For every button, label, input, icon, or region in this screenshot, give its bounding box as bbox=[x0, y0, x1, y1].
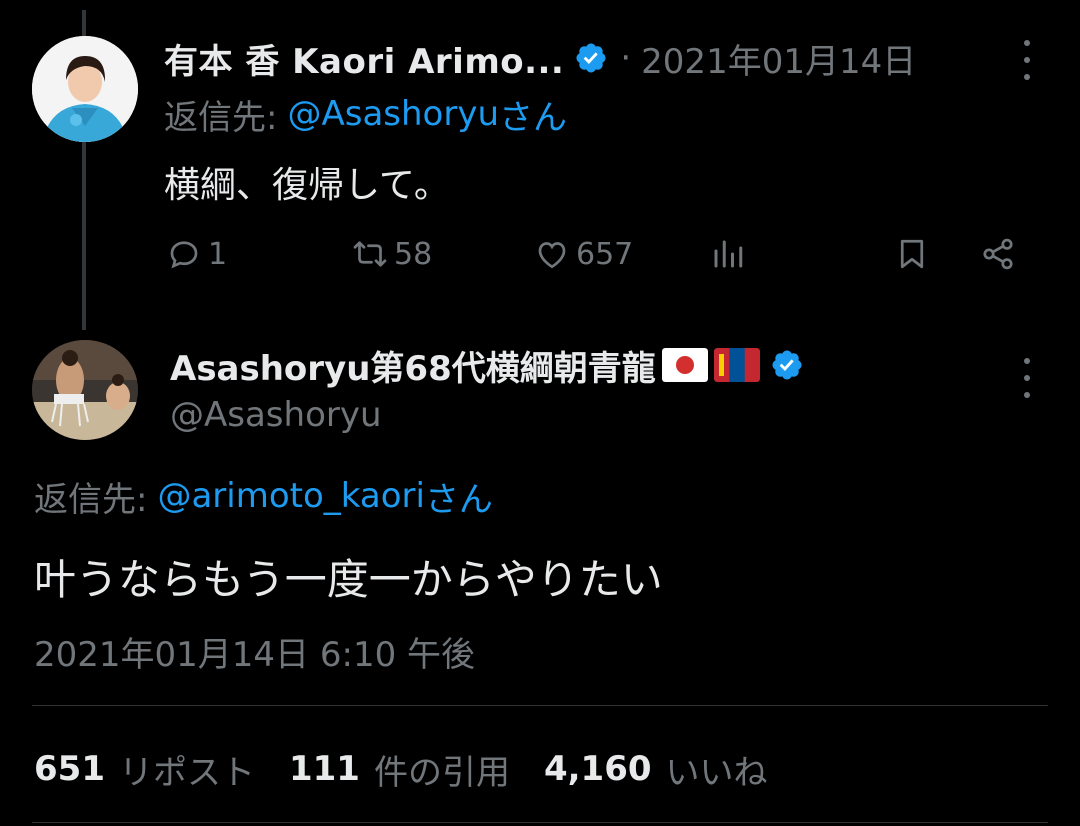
reply-count: 1 bbox=[208, 236, 228, 272]
quotes-label[interactable]: 件の引用 bbox=[374, 745, 510, 794]
retweet-count: 58 bbox=[394, 236, 433, 272]
reply-handle-link[interactable]: @arimoto_kaori bbox=[157, 476, 424, 516]
tweet-text: 横綱、復帰して。 bbox=[164, 165, 450, 206]
divider bbox=[32, 705, 1048, 706]
share-icon bbox=[983, 238, 1013, 270]
bookmark-icon bbox=[900, 239, 924, 269]
reply-prefix: 返信先: bbox=[164, 97, 278, 138]
like-count: 657 bbox=[576, 236, 634, 272]
retweet-button[interactable]: 58 bbox=[352, 226, 432, 282]
main-tweet-header: Asashoryu第68代横綱朝青龍 bbox=[170, 340, 804, 390]
engagement-stats: 651 リポスト 111 件の引用 4,160 いいね bbox=[34, 744, 802, 794]
reposts-label[interactable]: リポスト bbox=[119, 745, 255, 794]
separator-dot: · bbox=[620, 38, 632, 78]
divider bbox=[32, 822, 1048, 823]
reply-suffix: さん bbox=[424, 479, 493, 520]
mongolia-flag bbox=[713, 348, 760, 382]
reply-icon bbox=[170, 241, 198, 269]
author-name[interactable]: Asashoryu第68代横綱朝青龍 bbox=[170, 341, 656, 390]
likes-count[interactable]: 4,160 bbox=[544, 749, 652, 789]
share-button[interactable] bbox=[980, 226, 1016, 282]
likes-label[interactable]: いいね bbox=[666, 745, 768, 794]
views-button[interactable] bbox=[710, 226, 746, 282]
more-icon[interactable] bbox=[1022, 40, 1032, 80]
retweet-icon bbox=[353, 241, 387, 267]
like-icon bbox=[538, 242, 566, 269]
views-icon bbox=[714, 240, 743, 268]
reply-prefix: 返信先: bbox=[34, 479, 148, 520]
reply-context: 返信先: @Asashoryu さん bbox=[164, 90, 567, 138]
reply-suffix: さん bbox=[499, 97, 567, 138]
reply-context: 返信先: @arimoto_kaori さん bbox=[34, 472, 493, 520]
avatar[interactable] bbox=[32, 36, 138, 142]
like-button[interactable]: 657 bbox=[534, 226, 633, 282]
reply-handle-link[interactable]: @Asashoryu bbox=[287, 94, 499, 134]
reply-button[interactable]: 1 bbox=[166, 226, 227, 282]
avatar[interactable] bbox=[32, 340, 138, 440]
verified-badge-icon bbox=[772, 350, 802, 380]
tweet-actions: 1 58 657 bbox=[164, 226, 1034, 282]
author-handle[interactable]: @Asashoryu bbox=[170, 392, 382, 438]
verified-badge-icon bbox=[576, 43, 606, 73]
tweet-date[interactable]: 2021年01月14日 bbox=[641, 34, 916, 83]
author-name[interactable]: 有本 香 Kaori Arimo... bbox=[164, 34, 564, 83]
bookmark-button[interactable] bbox=[894, 226, 930, 282]
quotes-count[interactable]: 111 bbox=[289, 749, 360, 789]
tweet-timestamp[interactable]: 2021年01月14日 6:10 午後 bbox=[34, 626, 475, 676]
more-icon[interactable] bbox=[1022, 358, 1032, 398]
tweet-text: 叶うならもう一度一からやりたい bbox=[34, 554, 663, 604]
japan-flag bbox=[661, 348, 708, 382]
parent-tweet-header: 有本 香 Kaori Arimo... · 2021年01月14日 bbox=[164, 32, 916, 84]
reposts-count[interactable]: 651 bbox=[34, 749, 105, 789]
